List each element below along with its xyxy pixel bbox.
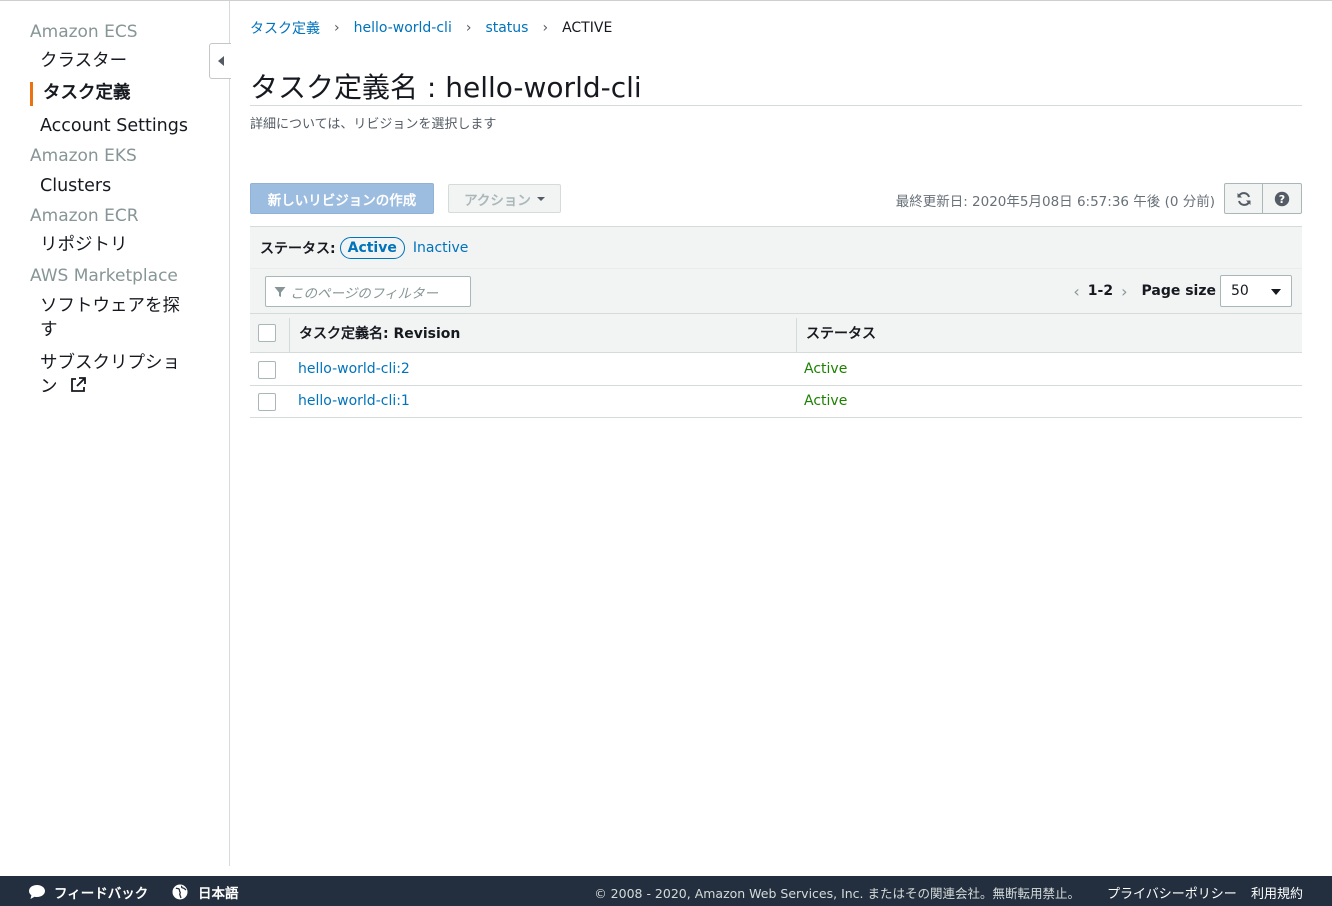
feedback-label: フィードバック — [54, 886, 149, 902]
sidebar-item-repositories[interactable]: リポジトリ — [40, 233, 128, 257]
filter-placeholder: このページのフィルター — [290, 285, 438, 302]
sidebar-item-clusters-ecs[interactable]: クラスター — [40, 49, 127, 73]
status-filter-bar: ステータス: Active Inactive — [250, 226, 1302, 268]
active-indicator — [30, 82, 33, 106]
caret-down-icon — [536, 196, 545, 201]
sidebar-item-subscriptions[interactable]: サブスクリプショ ン — [40, 351, 180, 399]
page-subtitle: 詳細については、リビジョンを選択します — [250, 117, 497, 132]
footer: フィードバック 日本語 © 2008 - 2020, Amazon Web Se… — [0, 876, 1332, 906]
status-value: Active — [804, 361, 848, 377]
language-selector[interactable]: 日本語 — [172, 882, 239, 902]
prev-page-icon[interactable]: ‹ — [1073, 282, 1079, 301]
sidebar-item-clusters-eks[interactable]: Clusters — [40, 174, 111, 198]
page-size-select[interactable]: 50 — [1220, 275, 1292, 307]
revision-link[interactable]: hello-world-cli:2 — [298, 361, 410, 377]
chevron-right-icon: › — [465, 20, 472, 36]
terms-link[interactable]: 利用規約 — [1251, 883, 1303, 902]
breadcrumb-status[interactable]: status — [485, 20, 528, 36]
page-title: タスク定義名 : hello-world-cli — [250, 71, 642, 104]
actions-label: アクション — [464, 192, 531, 209]
nav-section-ecs: Amazon ECS — [30, 22, 138, 42]
status-label: ステータス: — [260, 240, 336, 257]
sidebar-item-label: サブスクリプショ — [40, 353, 180, 373]
pagination: ‹ 1-2 › Page size 50 — [1065, 275, 1292, 307]
column-header-revision[interactable]: タスク定義名: Revision — [299, 314, 460, 352]
filter-bar: このページのフィルター ‹ 1-2 › Page size 50 — [250, 268, 1302, 313]
refresh-icon — [1237, 191, 1250, 206]
chevron-right-icon: › — [542, 20, 549, 36]
help-button[interactable]: ? — [1263, 183, 1302, 214]
breadcrumb-current: ACTIVE — [562, 20, 613, 36]
caret-left-icon — [217, 56, 224, 66]
refresh-button[interactable] — [1224, 183, 1263, 214]
page-range: 1-2 — [1087, 283, 1114, 299]
breadcrumb-task-definitions[interactable]: タスク定義 — [250, 18, 320, 38]
divider — [250, 105, 1302, 106]
svg-text:?: ? — [1279, 193, 1285, 206]
external-link-icon — [71, 377, 86, 392]
status-value: Active — [804, 393, 848, 409]
sidebar-item-discover-software[interactable]: ソフトウェアを探 す — [40, 294, 180, 342]
language-label: 日本語 — [198, 886, 239, 902]
feedback-button[interactable]: フィードバック — [28, 882, 148, 902]
filter-input[interactable]: このページのフィルター — [265, 276, 471, 307]
revision-link[interactable]: hello-world-cli:1 — [298, 393, 410, 409]
speech-bubble-icon — [29, 885, 45, 899]
sidebar-item-label: す — [40, 320, 58, 340]
page-size-value: 50 — [1231, 283, 1249, 299]
status-inactive-toggle[interactable]: Inactive — [413, 240, 469, 256]
privacy-policy-link[interactable]: プライバシーポリシー — [1107, 883, 1237, 902]
nav-section-ecr: Amazon ECR — [30, 206, 139, 226]
sidebar-item-task-definitions[interactable]: タスク定義 — [43, 81, 131, 105]
sidebar: Amazon ECS クラスター タスク定義 Account Settings … — [0, 1, 230, 866]
nav-section-eks: Amazon EKS — [30, 146, 137, 166]
create-revision-button[interactable]: 新しいリビジョンの作成 — [250, 183, 434, 214]
globe-icon — [172, 884, 188, 900]
breadcrumb-family[interactable]: hello-world-cli — [354, 20, 452, 36]
collapse-sidebar-button[interactable] — [209, 43, 231, 79]
actions-dropdown[interactable]: アクション — [448, 184, 561, 213]
nav-section-marketplace: AWS Marketplace — [30, 266, 178, 286]
select-all-checkbox[interactable] — [258, 324, 276, 342]
last-updated-text: 最終更新日: 2020年5月08日 6:57:36 午後 (0 分前) — [895, 194, 1215, 210]
copyright-text: © 2008 - 2020, Amazon Web Services, Inc.… — [594, 886, 1080, 901]
sidebar-item-label: ソフトウェアを探 — [40, 296, 180, 316]
sidebar-item-account-settings[interactable]: Account Settings — [40, 114, 188, 138]
column-divider — [289, 318, 290, 352]
next-page-icon[interactable]: › — [1121, 282, 1127, 301]
table-row: hello-world-cli:1 Active — [250, 386, 1302, 418]
table-header: タスク定義名: Revision ステータス — [250, 313, 1302, 353]
sidebar-item-label: ン — [40, 377, 58, 397]
help-icon: ? — [1274, 191, 1290, 206]
chevron-right-icon: › — [334, 20, 340, 36]
row-checkbox[interactable] — [258, 393, 276, 411]
breadcrumb: タスク定義 › hello-world-cli › status › ACTIV… — [250, 18, 612, 38]
row-checkbox[interactable] — [258, 361, 276, 379]
column-divider — [796, 318, 797, 352]
column-header-status[interactable]: ステータス — [806, 314, 876, 352]
table-row: hello-world-cli:2 Active — [250, 354, 1302, 386]
select-all-cell — [258, 314, 276, 352]
filter-icon — [274, 286, 286, 297]
status-active-toggle[interactable]: Active — [339, 236, 405, 259]
caret-down-icon — [1271, 289, 1281, 295]
page-size-label: Page size — [1141, 283, 1217, 299]
